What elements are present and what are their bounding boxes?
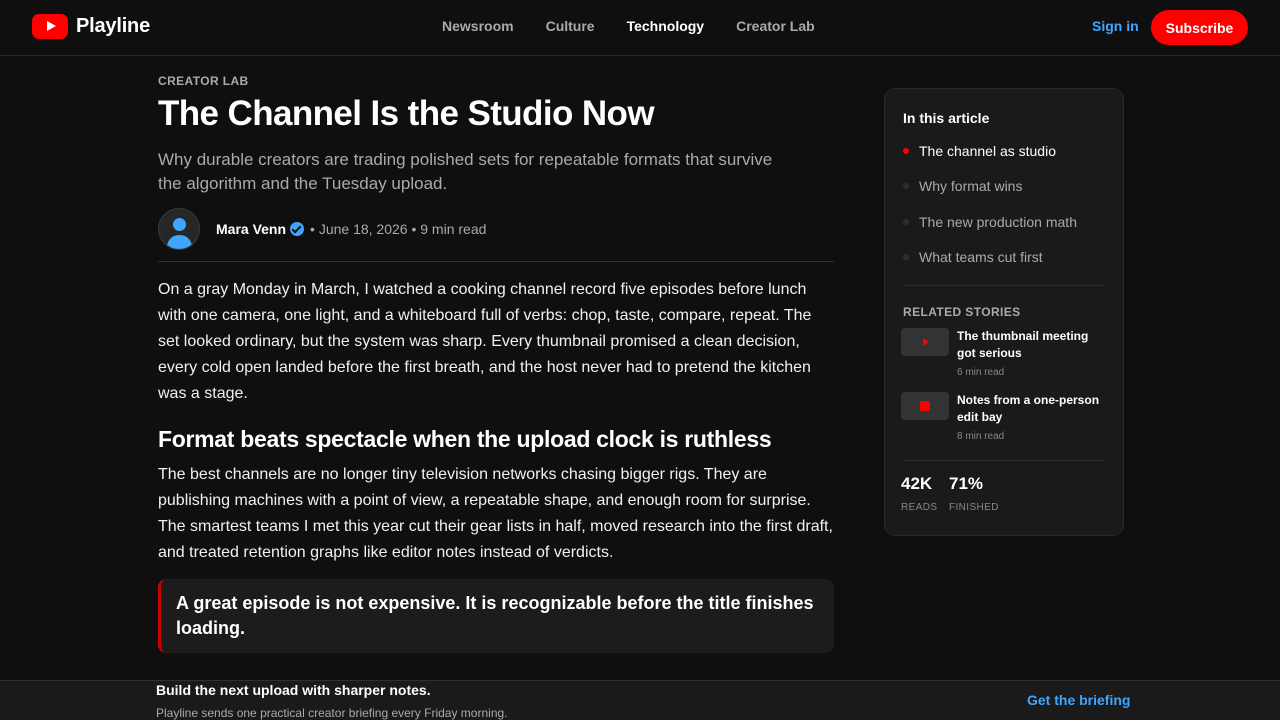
top-bar: Playline Newsroom Culture Technology Cre…	[0, 0, 1280, 56]
related-story-meta: 6 min read	[957, 367, 1005, 378]
related-story[interactable]: Notes from a one-person edit bay 8 min r…	[901, 392, 1107, 448]
banner-title: Build the next upload with sharper notes…	[156, 682, 431, 698]
brand-logo[interactable]: Playline	[32, 14, 150, 39]
nav-newsroom[interactable]: Newsroom	[442, 18, 514, 34]
paragraph-2: The best channels are no longer tiny tel…	[158, 466, 833, 561]
related-stories-title: RELATED STORIES	[903, 305, 1021, 319]
related-story[interactable]: The thumbnail meeting got serious 6 min …	[901, 328, 1107, 384]
nav-creator-lab[interactable]: Creator Lab	[736, 18, 815, 34]
play-icon	[901, 328, 949, 356]
stat-finished: 71% FINISHED	[949, 474, 999, 513]
byline-divider	[158, 261, 834, 262]
toc-title: In this article	[903, 110, 990, 126]
toc-item-label: Why format wins	[919, 178, 1023, 194]
toc-item-label: What teams cut first	[919, 249, 1043, 265]
related-story-title: The thumbnail meeting got serious	[957, 329, 1089, 360]
article-sidebar: In this article The channel as studio Wh…	[884, 88, 1124, 536]
toc-item-what-teams-cut[interactable]: What teams cut first	[903, 249, 1043, 265]
dot-icon	[903, 219, 909, 225]
sidebar-divider	[903, 285, 1105, 286]
byline: Mara Venn • June 18, 2026 • 9 min read	[158, 208, 834, 250]
paragraph-1: On a gray Monday in March, I watched a c…	[158, 281, 812, 402]
get-briefing-link[interactable]: Get the briefing	[1027, 692, 1130, 708]
subscribe-button[interactable]: Subscribe	[1151, 10, 1248, 45]
stat-label: FINISHED	[949, 502, 999, 513]
active-dot-icon	[903, 148, 909, 154]
brand-name: Playline	[76, 15, 150, 37]
toc-item-label: The channel as studio	[919, 143, 1056, 159]
author-avatar[interactable]	[158, 208, 200, 250]
banner-subtitle: Playline sends one practical creator bri…	[156, 706, 508, 720]
nav-culture[interactable]: Culture	[546, 18, 595, 34]
newsletter-banner: Build the next upload with sharper notes…	[0, 680, 1280, 720]
dot-icon	[903, 183, 909, 189]
verified-icon	[290, 222, 305, 236]
author-name[interactable]: Mara Venn	[216, 221, 286, 237]
stat-value: 42K	[901, 474, 933, 493]
stat-value: 71%	[949, 474, 984, 493]
toc-item-production-math[interactable]: The new production math	[903, 214, 1077, 230]
article-kicker: CREATOR LAB	[158, 74, 249, 88]
related-story-title: Notes from a one-person edit bay	[957, 393, 1100, 424]
related-story-meta: 8 min read	[957, 431, 1005, 442]
article-dek: Why durable creators are trading polishe…	[158, 150, 773, 193]
sidebar-divider	[903, 460, 1105, 461]
main-nav: Newsroom Culture Technology Creator Lab	[442, 18, 815, 34]
sign-in-link[interactable]: Sign in	[1092, 18, 1139, 34]
dot-icon	[903, 254, 909, 260]
nav-technology[interactable]: Technology	[627, 18, 705, 34]
article-meta: • June 18, 2026 • 9 min read	[310, 221, 487, 237]
play-logo-icon	[32, 14, 68, 39]
toc-item-why-format-wins[interactable]: Why format wins	[903, 178, 1022, 194]
pull-quote: A great episode is not expensive. It is …	[158, 579, 834, 653]
article-title: The Channel Is the Studio Now	[158, 94, 655, 133]
section-heading: Format beats spectacle when the upload c…	[158, 426, 772, 452]
toc-item-channel-as-studio[interactable]: The channel as studio	[903, 143, 1056, 159]
stat-label: READS	[901, 502, 938, 513]
stop-icon	[901, 392, 949, 420]
stat-reads: 42K READS	[901, 474, 937, 513]
toc-item-label: The new production math	[919, 214, 1077, 230]
